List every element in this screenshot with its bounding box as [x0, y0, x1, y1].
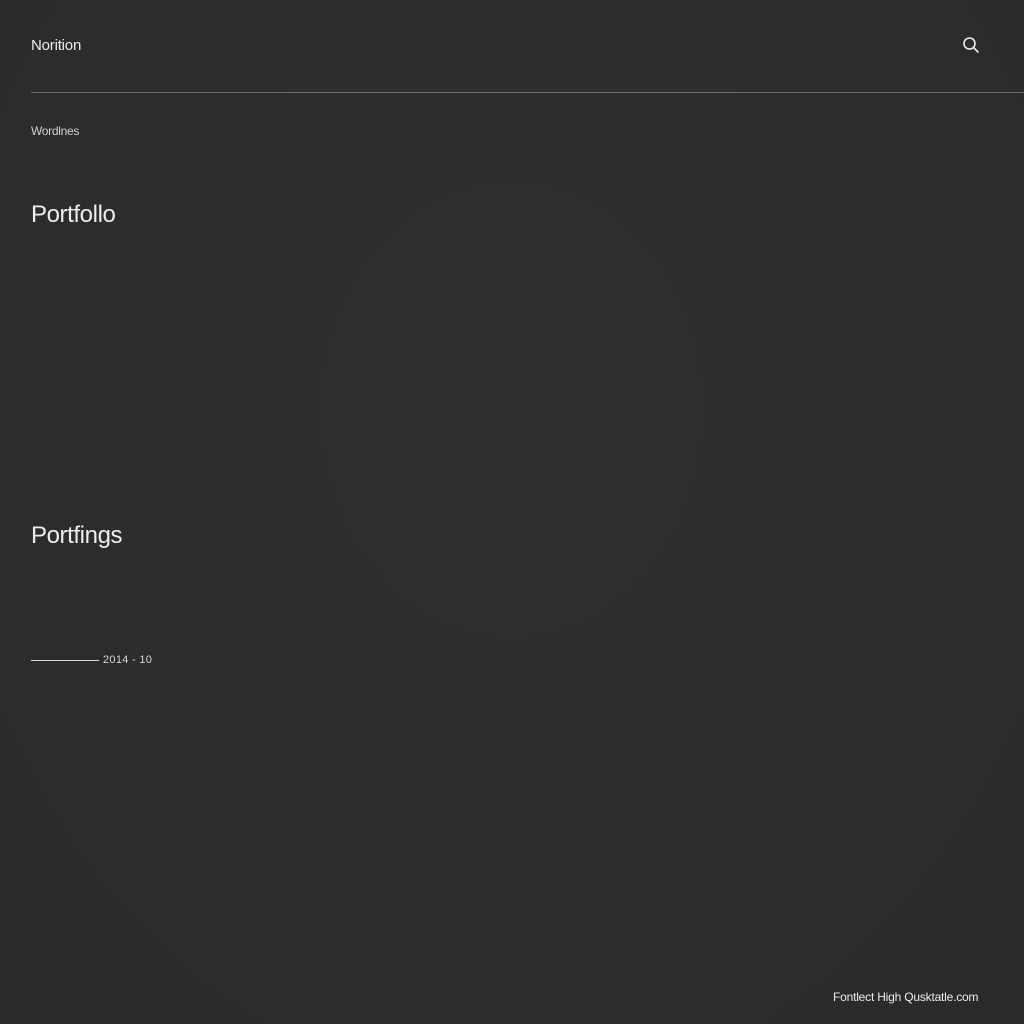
footer-credit: Fontlect High Qusktatle.com: [833, 990, 979, 1004]
range-label: 2014 - 10: [103, 654, 153, 666]
brand-link[interactable]: Norition: [31, 37, 81, 54]
section-heading-portfolio: Portfollo: [31, 201, 116, 228]
header-divider: [31, 92, 1024, 93]
date-range: 2014 - 10: [31, 654, 152, 666]
search-button[interactable]: [961, 35, 981, 55]
search-icon: [963, 37, 979, 53]
page: Norition Wordlnes Portfollo Portfings 20…: [0, 0, 1024, 1024]
breadcrumb[interactable]: Wordlnes: [31, 124, 79, 138]
section-heading-portfings: Portfings: [31, 522, 123, 549]
range-line: [31, 659, 99, 661]
